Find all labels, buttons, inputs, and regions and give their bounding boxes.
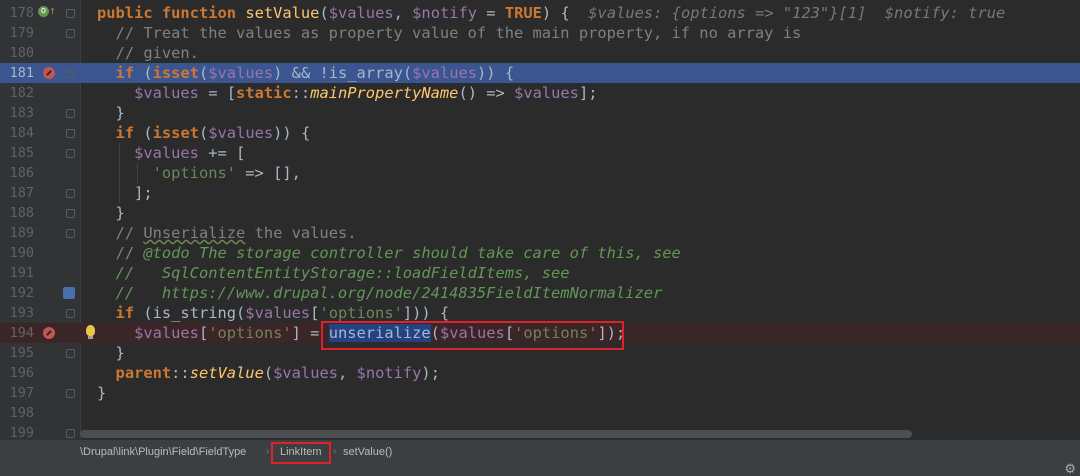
code-text: // Treat the values as property value of… [115, 24, 802, 42]
code-text: } [115, 204, 125, 222]
line-number: 191 [9, 265, 34, 281]
fold-marker-icon[interactable] [66, 229, 75, 238]
fold-marker-icon[interactable] [66, 149, 75, 158]
breadcrumb-method[interactable]: setValue() [343, 445, 392, 459]
line-number: 190 [9, 245, 34, 261]
intention-bulb-icon[interactable] [86, 325, 95, 339]
code-text: parent::setValue($values, $notify); [115, 364, 440, 382]
line-number: 189 [9, 225, 34, 241]
fold-marker-icon[interactable] [66, 129, 75, 138]
code-line-178[interactable]: 178 o ↑ public function setValue($values… [0, 3, 1080, 23]
line-number: 194 [9, 325, 34, 341]
highlight-box [321, 321, 624, 350]
code-text: } [115, 104, 125, 122]
code-line-186[interactable]: 186 'options' => [], [0, 163, 1080, 183]
fold-marker-icon[interactable] [66, 29, 75, 38]
line-number: 197 [9, 385, 34, 401]
breadcrumb-bar: \Drupal\link\Plugin\Field\FieldType › Li… [0, 440, 1080, 476]
indent-guide [119, 143, 120, 203]
breadcrumb-highlight-box [271, 442, 331, 464]
code-line-180[interactable]: 180 // given. [0, 43, 1080, 63]
code-line-184[interactable]: 184 if (isset($values)) { [0, 123, 1080, 143]
code-text: } [97, 384, 107, 402]
indent-guide [137, 163, 138, 183]
fold-marker-icon[interactable] [66, 309, 75, 318]
line-number: 192 [9, 285, 34, 301]
line-number: 180 [9, 45, 34, 61]
override-arrow-icon: ↑ [49, 4, 56, 17]
line-number: 198 [9, 405, 34, 421]
debug-inline-values: $values: {options => "123"}[1] $notify: … [588, 4, 1006, 22]
line-number: 186 [9, 165, 34, 181]
gear-icon[interactable]: ⚙ [1064, 462, 1076, 475]
line-number: 183 [9, 105, 34, 121]
line-number: 195 [9, 345, 34, 361]
breakpoint-icon[interactable] [43, 327, 55, 339]
code-line-196[interactable]: 196 parent::setValue($values, $notify); [0, 363, 1080, 383]
line-number: 196 [9, 365, 34, 381]
fold-marker-icon[interactable] [66, 209, 75, 218]
code-text: if (is_string($values['options'])) { [115, 304, 450, 322]
code-line-198[interactable]: 198 [0, 403, 1080, 423]
code-line-187[interactable]: 187 ]; [0, 183, 1080, 203]
breadcrumb-namespace[interactable]: \Drupal\link\Plugin\Field\FieldType [80, 445, 246, 459]
code-line-185[interactable]: 185 $values += [ [0, 143, 1080, 163]
line-number: 182 [9, 85, 34, 101]
code-text: $values = [static::mainPropertyName() =>… [134, 84, 598, 102]
fold-marker-icon[interactable] [66, 189, 75, 198]
line-number: 179 [9, 25, 34, 41]
code-editor[interactable]: 178 o ↑ public function setValue($values… [0, 0, 1080, 440]
fold-marker-icon[interactable] [66, 109, 75, 118]
override-method-icon[interactable]: o [38, 6, 49, 17]
fold-marker-icon[interactable] [66, 349, 75, 358]
code-line-191[interactable]: 191 // SqlContentEntityStorage::loadFiel… [0, 263, 1080, 283]
code-line-179[interactable]: 179 // Treat the values as property valu… [0, 23, 1080, 43]
code-text: // https://www.drupal.org/node/2414835Fi… [115, 284, 663, 302]
line-number: 193 [9, 305, 34, 321]
line-number: 188 [9, 205, 34, 221]
code-line-197[interactable]: 197 } [0, 383, 1080, 403]
line-number: 185 [9, 145, 34, 161]
code-text: public function setValue($values, $notif… [97, 4, 1006, 22]
line-number: 178 [9, 5, 34, 21]
fold-marker-icon[interactable] [66, 429, 75, 438]
code-line-183[interactable]: 183 } [0, 103, 1080, 123]
line-number: 199 [9, 425, 34, 440]
code-text: // given. [115, 44, 199, 62]
code-line-190[interactable]: 190 // @todo The storage controller shou… [0, 243, 1080, 263]
horizontal-scrollbar[interactable] [80, 430, 912, 438]
code-line-189[interactable]: 189 // Unserialize the values. [0, 223, 1080, 243]
code-text: 'options' => [], [152, 164, 301, 182]
breadcrumb-separator: › [333, 446, 337, 457]
fold-marker-icon[interactable] [66, 389, 75, 398]
code-line-182[interactable]: 182 $values = [static::mainPropertyName(… [0, 83, 1080, 103]
breakpoint-icon[interactable] [43, 67, 55, 79]
code-text: ]; [134, 184, 153, 202]
line-number: 181 [9, 65, 34, 81]
code-text: if (isset($values)) { [115, 124, 311, 142]
code-line-193[interactable]: 193 if (is_string($values['options'])) { [0, 303, 1080, 323]
line-number: 184 [9, 125, 34, 141]
line-number: 187 [9, 185, 34, 201]
code-text: // Unserialize the values. [115, 224, 357, 242]
fold-marker-active-icon[interactable] [63, 287, 75, 299]
fold-marker-icon[interactable] [66, 69, 75, 78]
code-text: } [115, 344, 125, 362]
code-line-192[interactable]: 192 // https://www.drupal.org/node/24148… [0, 283, 1080, 303]
code-text: // SqlContentEntityStorage::loadFieldIte… [115, 264, 570, 282]
code-text: if (isset($values) && !is_array($values)… [115, 64, 515, 82]
code-line-188[interactable]: 188 } [0, 203, 1080, 223]
code-text: // @todo The storage controller should t… [115, 244, 681, 262]
code-line-181-current[interactable]: 181 if (isset($values) && !is_array($val… [0, 63, 1080, 83]
breadcrumb-separator: › [266, 446, 270, 457]
fold-marker-icon[interactable] [66, 9, 75, 18]
